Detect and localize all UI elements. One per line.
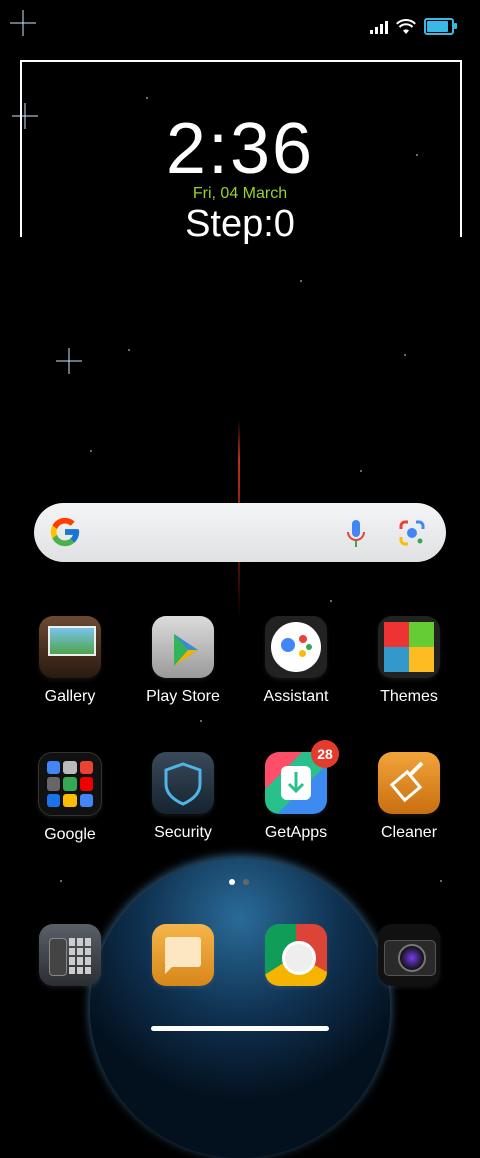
app-label: Assistant <box>263 688 329 705</box>
app-label: Play Store <box>146 688 220 705</box>
star <box>60 880 62 882</box>
google-icon <box>50 517 80 547</box>
app-label: Themes <box>380 688 438 705</box>
status-bar <box>0 0 480 48</box>
app-security[interactable]: Security <box>128 752 238 842</box>
planet-decoration <box>90 858 390 1158</box>
getapps-icon: 28 <box>265 740 339 814</box>
app-cleaner[interactable]: Cleaner <box>354 752 464 842</box>
themes-icon <box>378 616 440 678</box>
star <box>200 720 202 722</box>
page-dot-active <box>229 879 235 885</box>
clock-date: Fri, 04 March <box>192 185 288 202</box>
google-search-bar[interactable] <box>34 503 446 562</box>
messages-icon <box>152 924 214 986</box>
app-folder-google[interactable]: Google <box>15 752 125 844</box>
battery-icon <box>424 18 457 35</box>
app-label: Cleaner <box>380 824 438 841</box>
app-getapps[interactable]: 28 GetApps <box>241 740 351 842</box>
signal-icon <box>370 20 388 34</box>
sparkle-icon <box>56 348 82 374</box>
app-label: Gallery <box>44 688 96 705</box>
lens-icon[interactable] <box>398 519 426 547</box>
play-store-icon <box>152 616 214 678</box>
dock-messages[interactable] <box>128 924 238 986</box>
dock-phone[interactable] <box>15 924 125 986</box>
page-indicator <box>229 879 249 885</box>
app-label: Google <box>44 826 96 843</box>
star <box>128 349 130 351</box>
app-play-store[interactable]: Play Store <box>128 616 238 706</box>
star <box>440 880 442 882</box>
mic-icon[interactable] <box>346 519 366 549</box>
home-gesture-bar[interactable] <box>151 1026 329 1031</box>
cleaner-icon <box>378 752 440 814</box>
star <box>330 600 332 602</box>
star <box>90 450 92 452</box>
google-folder-icon <box>38 752 102 816</box>
security-icon <box>152 752 214 814</box>
step-counter: Step:0 <box>185 203 295 245</box>
gallery-icon <box>39 616 101 678</box>
phone-icon <box>39 924 101 986</box>
app-label: GetApps <box>264 824 328 841</box>
clock-time: 2:36 <box>165 109 315 189</box>
chrome-icon <box>265 924 327 986</box>
camera-icon <box>378 924 440 986</box>
app-themes[interactable]: Themes <box>354 616 464 706</box>
assistant-icon <box>265 616 327 678</box>
dock-camera[interactable] <box>354 924 464 986</box>
page-dot <box>243 879 249 885</box>
star <box>300 280 302 282</box>
dock-chrome[interactable] <box>241 924 351 986</box>
star <box>404 354 406 356</box>
app-gallery[interactable]: Gallery <box>15 616 125 706</box>
app-assistant[interactable]: Assistant <box>241 616 351 706</box>
star <box>360 470 362 472</box>
wifi-icon <box>396 18 416 34</box>
notification-badge: 28 <box>311 740 339 768</box>
app-label: Security <box>154 824 212 841</box>
